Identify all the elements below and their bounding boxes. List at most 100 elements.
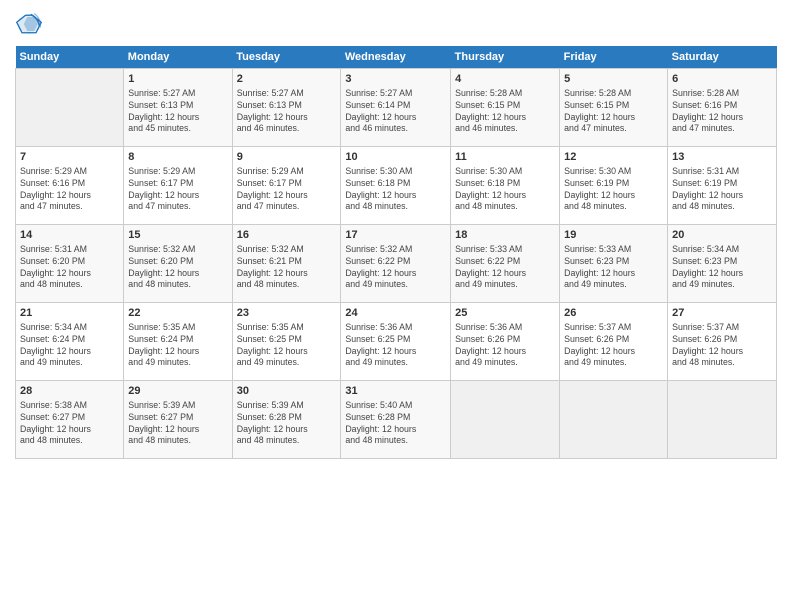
- day-info: Sunrise: 5:29 AM Sunset: 6:16 PM Dayligh…: [20, 166, 119, 214]
- day-number: 6: [672, 72, 772, 87]
- calendar-cell: [16, 69, 124, 147]
- day-info: Sunrise: 5:32 AM Sunset: 6:22 PM Dayligh…: [345, 244, 446, 292]
- day-number: 18: [455, 228, 555, 243]
- day-info: Sunrise: 5:31 AM Sunset: 6:20 PM Dayligh…: [20, 244, 119, 292]
- day-number: 5: [564, 72, 663, 87]
- day-info: Sunrise: 5:33 AM Sunset: 6:23 PM Dayligh…: [564, 244, 663, 292]
- day-number: 25: [455, 306, 555, 321]
- weekday-header: Wednesday: [341, 46, 451, 69]
- calendar-cell: 28Sunrise: 5:38 AM Sunset: 6:27 PM Dayli…: [16, 381, 124, 459]
- calendar-cell: [560, 381, 668, 459]
- weekday-header: Tuesday: [232, 46, 341, 69]
- day-number: 15: [128, 228, 227, 243]
- logo-icon: [15, 10, 43, 38]
- day-number: 29: [128, 384, 227, 399]
- calendar-cell: 17Sunrise: 5:32 AM Sunset: 6:22 PM Dayli…: [341, 225, 451, 303]
- day-number: 21: [20, 306, 119, 321]
- calendar-cell: 12Sunrise: 5:30 AM Sunset: 6:19 PM Dayli…: [560, 147, 668, 225]
- calendar-cell: 16Sunrise: 5:32 AM Sunset: 6:21 PM Dayli…: [232, 225, 341, 303]
- day-number: 26: [564, 306, 663, 321]
- calendar-week-row: 7Sunrise: 5:29 AM Sunset: 6:16 PM Daylig…: [16, 147, 777, 225]
- calendar-table: SundayMondayTuesdayWednesdayThursdayFrid…: [15, 46, 777, 459]
- day-info: Sunrise: 5:39 AM Sunset: 6:27 PM Dayligh…: [128, 400, 227, 448]
- day-number: 31: [345, 384, 446, 399]
- calendar-cell: 14Sunrise: 5:31 AM Sunset: 6:20 PM Dayli…: [16, 225, 124, 303]
- calendar-cell: 2Sunrise: 5:27 AM Sunset: 6:13 PM Daylig…: [232, 69, 341, 147]
- day-info: Sunrise: 5:28 AM Sunset: 6:16 PM Dayligh…: [672, 88, 772, 136]
- calendar-cell: 20Sunrise: 5:34 AM Sunset: 6:23 PM Dayli…: [668, 225, 777, 303]
- calendar-cell: 30Sunrise: 5:39 AM Sunset: 6:28 PM Dayli…: [232, 381, 341, 459]
- day-number: 12: [564, 150, 663, 165]
- day-info: Sunrise: 5:27 AM Sunset: 6:13 PM Dayligh…: [237, 88, 337, 136]
- calendar-cell: 25Sunrise: 5:36 AM Sunset: 6:26 PM Dayli…: [451, 303, 560, 381]
- calendar-cell: 29Sunrise: 5:39 AM Sunset: 6:27 PM Dayli…: [124, 381, 232, 459]
- day-number: 27: [672, 306, 772, 321]
- calendar-cell: 4Sunrise: 5:28 AM Sunset: 6:15 PM Daylig…: [451, 69, 560, 147]
- logo: [15, 10, 47, 38]
- day-info: Sunrise: 5:28 AM Sunset: 6:15 PM Dayligh…: [455, 88, 555, 136]
- day-info: Sunrise: 5:36 AM Sunset: 6:25 PM Dayligh…: [345, 322, 446, 370]
- weekday-row: SundayMondayTuesdayWednesdayThursdayFrid…: [16, 46, 777, 69]
- calendar-cell: 27Sunrise: 5:37 AM Sunset: 6:26 PM Dayli…: [668, 303, 777, 381]
- weekday-header: Monday: [124, 46, 232, 69]
- calendar-week-row: 28Sunrise: 5:38 AM Sunset: 6:27 PM Dayli…: [16, 381, 777, 459]
- day-info: Sunrise: 5:38 AM Sunset: 6:27 PM Dayligh…: [20, 400, 119, 448]
- calendar-cell: 8Sunrise: 5:29 AM Sunset: 6:17 PM Daylig…: [124, 147, 232, 225]
- calendar-cell: [668, 381, 777, 459]
- day-info: Sunrise: 5:32 AM Sunset: 6:20 PM Dayligh…: [128, 244, 227, 292]
- calendar-week-row: 21Sunrise: 5:34 AM Sunset: 6:24 PM Dayli…: [16, 303, 777, 381]
- day-info: Sunrise: 5:32 AM Sunset: 6:21 PM Dayligh…: [237, 244, 337, 292]
- calendar-week-row: 1Sunrise: 5:27 AM Sunset: 6:13 PM Daylig…: [16, 69, 777, 147]
- calendar-cell: 3Sunrise: 5:27 AM Sunset: 6:14 PM Daylig…: [341, 69, 451, 147]
- day-number: 16: [237, 228, 337, 243]
- weekday-header: Saturday: [668, 46, 777, 69]
- calendar-week-row: 14Sunrise: 5:31 AM Sunset: 6:20 PM Dayli…: [16, 225, 777, 303]
- day-number: 30: [237, 384, 337, 399]
- day-number: 28: [20, 384, 119, 399]
- day-info: Sunrise: 5:40 AM Sunset: 6:28 PM Dayligh…: [345, 400, 446, 448]
- day-info: Sunrise: 5:35 AM Sunset: 6:24 PM Dayligh…: [128, 322, 227, 370]
- calendar-cell: 26Sunrise: 5:37 AM Sunset: 6:26 PM Dayli…: [560, 303, 668, 381]
- day-number: 13: [672, 150, 772, 165]
- calendar-header: SundayMondayTuesdayWednesdayThursdayFrid…: [16, 46, 777, 69]
- day-info: Sunrise: 5:29 AM Sunset: 6:17 PM Dayligh…: [128, 166, 227, 214]
- day-number: 14: [20, 228, 119, 243]
- weekday-header: Friday: [560, 46, 668, 69]
- calendar-cell: [451, 381, 560, 459]
- calendar-cell: 18Sunrise: 5:33 AM Sunset: 6:22 PM Dayli…: [451, 225, 560, 303]
- day-info: Sunrise: 5:36 AM Sunset: 6:26 PM Dayligh…: [455, 322, 555, 370]
- day-number: 11: [455, 150, 555, 165]
- day-info: Sunrise: 5:30 AM Sunset: 6:18 PM Dayligh…: [455, 166, 555, 214]
- day-info: Sunrise: 5:33 AM Sunset: 6:22 PM Dayligh…: [455, 244, 555, 292]
- calendar-cell: 6Sunrise: 5:28 AM Sunset: 6:16 PM Daylig…: [668, 69, 777, 147]
- day-number: 2: [237, 72, 337, 87]
- day-info: Sunrise: 5:37 AM Sunset: 6:26 PM Dayligh…: [672, 322, 772, 370]
- day-number: 9: [237, 150, 337, 165]
- weekday-header: Sunday: [16, 46, 124, 69]
- day-number: 8: [128, 150, 227, 165]
- day-info: Sunrise: 5:29 AM Sunset: 6:17 PM Dayligh…: [237, 166, 337, 214]
- day-info: Sunrise: 5:27 AM Sunset: 6:13 PM Dayligh…: [128, 88, 227, 136]
- calendar-body: 1Sunrise: 5:27 AM Sunset: 6:13 PM Daylig…: [16, 69, 777, 459]
- day-info: Sunrise: 5:31 AM Sunset: 6:19 PM Dayligh…: [672, 166, 772, 214]
- day-number: 17: [345, 228, 446, 243]
- day-info: Sunrise: 5:34 AM Sunset: 6:23 PM Dayligh…: [672, 244, 772, 292]
- calendar-cell: 31Sunrise: 5:40 AM Sunset: 6:28 PM Dayli…: [341, 381, 451, 459]
- calendar-cell: 24Sunrise: 5:36 AM Sunset: 6:25 PM Dayli…: [341, 303, 451, 381]
- day-number: 20: [672, 228, 772, 243]
- calendar-cell: 10Sunrise: 5:30 AM Sunset: 6:18 PM Dayli…: [341, 147, 451, 225]
- day-info: Sunrise: 5:27 AM Sunset: 6:14 PM Dayligh…: [345, 88, 446, 136]
- day-number: 3: [345, 72, 446, 87]
- calendar-cell: 1Sunrise: 5:27 AM Sunset: 6:13 PM Daylig…: [124, 69, 232, 147]
- day-info: Sunrise: 5:39 AM Sunset: 6:28 PM Dayligh…: [237, 400, 337, 448]
- day-info: Sunrise: 5:28 AM Sunset: 6:15 PM Dayligh…: [564, 88, 663, 136]
- calendar-cell: 23Sunrise: 5:35 AM Sunset: 6:25 PM Dayli…: [232, 303, 341, 381]
- calendar-cell: 5Sunrise: 5:28 AM Sunset: 6:15 PM Daylig…: [560, 69, 668, 147]
- day-info: Sunrise: 5:30 AM Sunset: 6:19 PM Dayligh…: [564, 166, 663, 214]
- calendar-cell: 19Sunrise: 5:33 AM Sunset: 6:23 PM Dayli…: [560, 225, 668, 303]
- calendar-cell: 15Sunrise: 5:32 AM Sunset: 6:20 PM Dayli…: [124, 225, 232, 303]
- day-number: 4: [455, 72, 555, 87]
- day-info: Sunrise: 5:30 AM Sunset: 6:18 PM Dayligh…: [345, 166, 446, 214]
- day-number: 1: [128, 72, 227, 87]
- weekday-header: Thursday: [451, 46, 560, 69]
